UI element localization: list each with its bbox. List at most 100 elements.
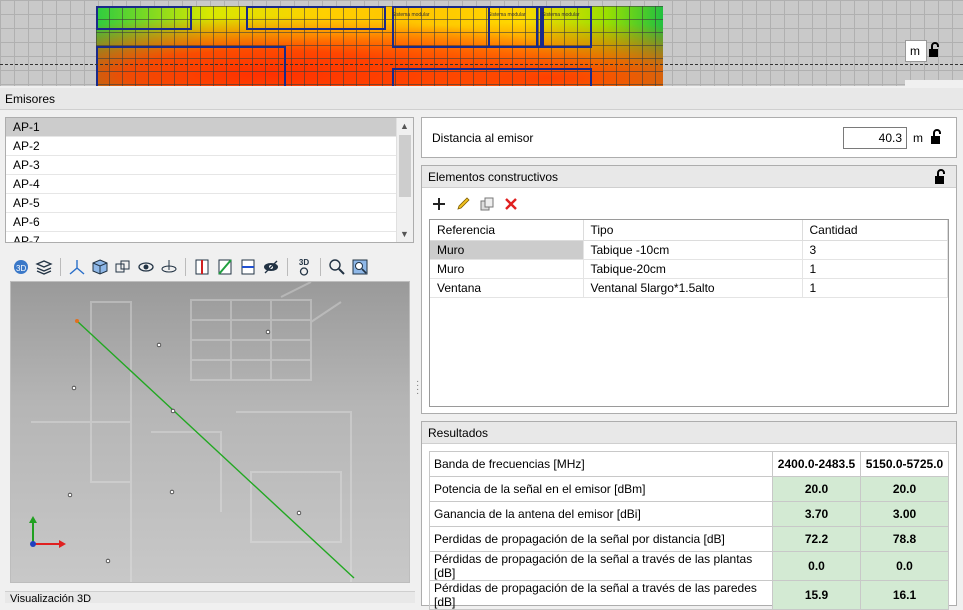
- result-value: 0.0: [860, 551, 949, 581]
- emitter-marker[interactable]: [105, 558, 111, 564]
- emitter-marker[interactable]: [265, 329, 271, 335]
- emitter-marker[interactable]: [170, 408, 176, 414]
- viz3d-title: Visualización 3D: [10, 593, 92, 603]
- cell-cantidad[interactable]: 1: [802, 278, 948, 298]
- lock-icon[interactable]: [930, 129, 944, 148]
- result-value: 72.2: [772, 526, 861, 552]
- panel-splitter[interactable]: · · · ·: [416, 377, 419, 399]
- distance-label: Distancia al emisor: [432, 131, 534, 145]
- result-label: Pérdidas de propagación de la señal a tr…: [429, 580, 773, 610]
- emitter-marker[interactable]: [296, 510, 302, 516]
- result-value: 20.0: [772, 476, 861, 502]
- construction-elements-panel: Elementos constructivos Referencia Tipo …: [421, 165, 957, 414]
- band-header: 5150.0-5725.0: [860, 451, 949, 477]
- visibility-icon[interactable]: [262, 258, 280, 276]
- 3d-settings-icon[interactable]: 3D: [295, 258, 313, 276]
- result-value: 15.9: [772, 580, 861, 610]
- results-panel: Resultados Banda de frecuencias [MHz] 24…: [421, 421, 957, 610]
- emitter-marker[interactable]: [75, 319, 79, 323]
- emitter-marker[interactable]: [169, 489, 175, 495]
- toolbar-separator: [60, 258, 61, 276]
- result-label: Pérdidas de propagación de la señal a tr…: [429, 551, 773, 581]
- emisores-header: Emisores: [0, 88, 963, 110]
- add-icon[interactable]: [430, 195, 448, 213]
- zoom-icon[interactable]: [328, 258, 346, 276]
- results-title: Resultados: [428, 426, 489, 440]
- table-row: Perdidas de propagación de la señal por …: [429, 526, 949, 552]
- axes-icon[interactable]: [68, 258, 86, 276]
- floor-plan-view[interactable]: Sistema modular Sistema modular Sistema …: [0, 0, 963, 86]
- lock-icon[interactable]: [934, 169, 948, 188]
- zoom-fit-icon[interactable]: [351, 258, 369, 276]
- list-item[interactable]: AP-2: [6, 137, 397, 156]
- table-row[interactable]: Ventana Ventanal 5largo*1.5alto 1: [430, 278, 948, 298]
- heatmap-label: Sistema modular: [392, 12, 430, 18]
- table-row: Potencia de la señal en el emisor [dBm] …: [429, 476, 949, 502]
- result-label: Perdidas de propagación de la señal por …: [429, 526, 773, 552]
- emitter-marker[interactable]: [156, 342, 162, 348]
- list-item[interactable]: AP-6: [6, 213, 397, 232]
- cube-icon[interactable]: [91, 258, 109, 276]
- elements-title: Elementos constructivos: [428, 170, 559, 184]
- coverage-heatmap[interactable]: Sistema modular Sistema modular Sistema …: [96, 6, 663, 86]
- section-line: [0, 64, 963, 65]
- column-header[interactable]: Cantidad: [802, 220, 948, 241]
- axis-gizmo: [29, 516, 66, 548]
- panel-divider: [905, 80, 963, 86]
- copy-icon[interactable]: [478, 195, 496, 213]
- 3d-badge: 3D: [298, 257, 310, 267]
- list-item[interactable]: AP-1: [6, 118, 397, 137]
- cell-referencia[interactable]: Ventana: [430, 278, 584, 298]
- list-scrollbar[interactable]: ▲ ▼: [396, 118, 413, 242]
- viz3d-header: Visualización 3D: [5, 591, 415, 603]
- wall-green-icon[interactable]: [216, 258, 234, 276]
- distance-field[interactable]: 40.3: [843, 127, 907, 149]
- cell-tipo[interactable]: Ventanal 5largo*1.5alto: [583, 278, 803, 298]
- cubes-icon[interactable]: [114, 258, 132, 276]
- table-row[interactable]: Muro Tabique-20cm 1: [430, 259, 948, 279]
- svg-text:3D: 3D: [16, 264, 26, 273]
- viewer-toolbar: 3D 3D: [5, 254, 414, 280]
- band-header: 2400.0-2483.5: [772, 451, 861, 477]
- toolbar-separator: [185, 258, 186, 276]
- rotate-icon[interactable]: [160, 258, 178, 276]
- scroll-down-icon[interactable]: ▼: [400, 229, 409, 239]
- list-item[interactable]: AP-7: [6, 232, 397, 242]
- table-row: Pérdidas de propagación de la señal a tr…: [429, 551, 949, 581]
- table-row: Ganancia de la antena del emisor [dBi] 3…: [429, 501, 949, 527]
- emitter-marker[interactable]: [67, 492, 73, 498]
- result-label: Potencia de la señal en el emisor [dBm]: [429, 476, 773, 502]
- column-header[interactable]: Tipo: [583, 220, 803, 241]
- scrollbar-thumb[interactable]: [399, 135, 411, 197]
- table-row: Banda de frecuencias [MHz] 2400.0-2483.5…: [429, 451, 949, 477]
- table-row[interactable]: Muro Tabique -10cm 3: [430, 240, 948, 260]
- cell-cantidad[interactable]: 3: [802, 240, 948, 260]
- 3d-viewport[interactable]: [10, 281, 410, 583]
- wall-blue-icon[interactable]: [239, 258, 257, 276]
- cell-cantidad[interactable]: 1: [802, 259, 948, 279]
- list-item[interactable]: AP-3: [6, 156, 397, 175]
- cell-referencia[interactable]: Muro: [430, 259, 584, 279]
- result-value: 3.70: [772, 501, 861, 527]
- eye-orbit-icon[interactable]: [137, 258, 155, 276]
- cell-referencia[interactable]: Muro: [430, 240, 584, 260]
- heatmap-label: Sistema modular: [542, 12, 580, 18]
- scroll-up-icon[interactable]: ▲: [400, 121, 409, 131]
- column-header[interactable]: Referencia: [430, 220, 584, 241]
- result-value: 16.1: [860, 580, 949, 610]
- distance-panel: Distancia al emisor 40.3 m: [421, 117, 957, 158]
- list-item[interactable]: AP-5: [6, 194, 397, 213]
- wall-red-icon[interactable]: [193, 258, 211, 276]
- list-item[interactable]: AP-4: [6, 175, 397, 194]
- layers-icon[interactable]: [35, 258, 53, 276]
- view-3d-icon[interactable]: 3D: [12, 258, 30, 276]
- result-label: Banda de frecuencias [MHz]: [429, 451, 773, 477]
- edit-icon[interactable]: [454, 195, 472, 213]
- cell-tipo[interactable]: Tabique -10cm: [583, 240, 803, 260]
- emitter-marker[interactable]: [71, 385, 77, 391]
- cell-tipo[interactable]: Tabique-20cm: [583, 259, 803, 279]
- lock-icon[interactable]: [928, 42, 942, 61]
- emitter-list[interactable]: AP-1 AP-2 AP-3 AP-4 AP-5 AP-6 AP-7 ▲ ▼: [5, 117, 414, 243]
- delete-icon[interactable]: [502, 195, 520, 213]
- result-value: 78.8: [860, 526, 949, 552]
